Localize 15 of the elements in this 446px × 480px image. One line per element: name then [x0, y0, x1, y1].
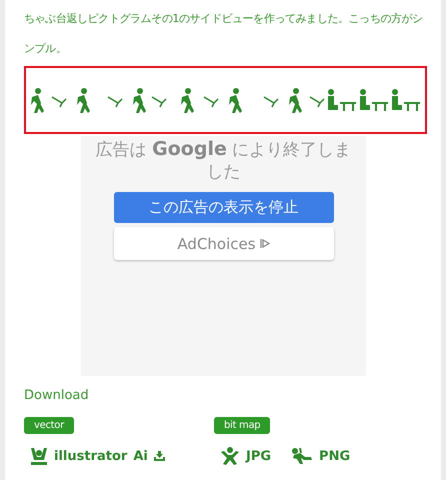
download-heading: Download: [24, 388, 90, 403]
ad-message: 広告は Google により終了しました: [94, 138, 352, 183]
adchoices-button[interactable]: AdChoices: [114, 227, 334, 260]
download-link[interactable]: illustrator Ai: [30, 446, 165, 466]
jumping-figure-icon: [220, 446, 240, 466]
kicking-figure-icon: [291, 447, 314, 465]
intro-text: ちゃぶ台返しピクトグラムその1のサイドビューを作ってみました。こっちの方がシンプル。: [24, 11, 424, 57]
stop-ad-button[interactable]: この広告の表示を停止: [114, 192, 334, 223]
download-link[interactable]: JPG: [220, 446, 272, 466]
figure-icon: [30, 446, 48, 466]
play-icon: [260, 238, 270, 249]
category-tag: vector: [24, 417, 74, 434]
category-tag: bit map: [214, 417, 270, 434]
download-icon: [154, 451, 165, 461]
download-link[interactable]: PNG: [291, 446, 350, 466]
